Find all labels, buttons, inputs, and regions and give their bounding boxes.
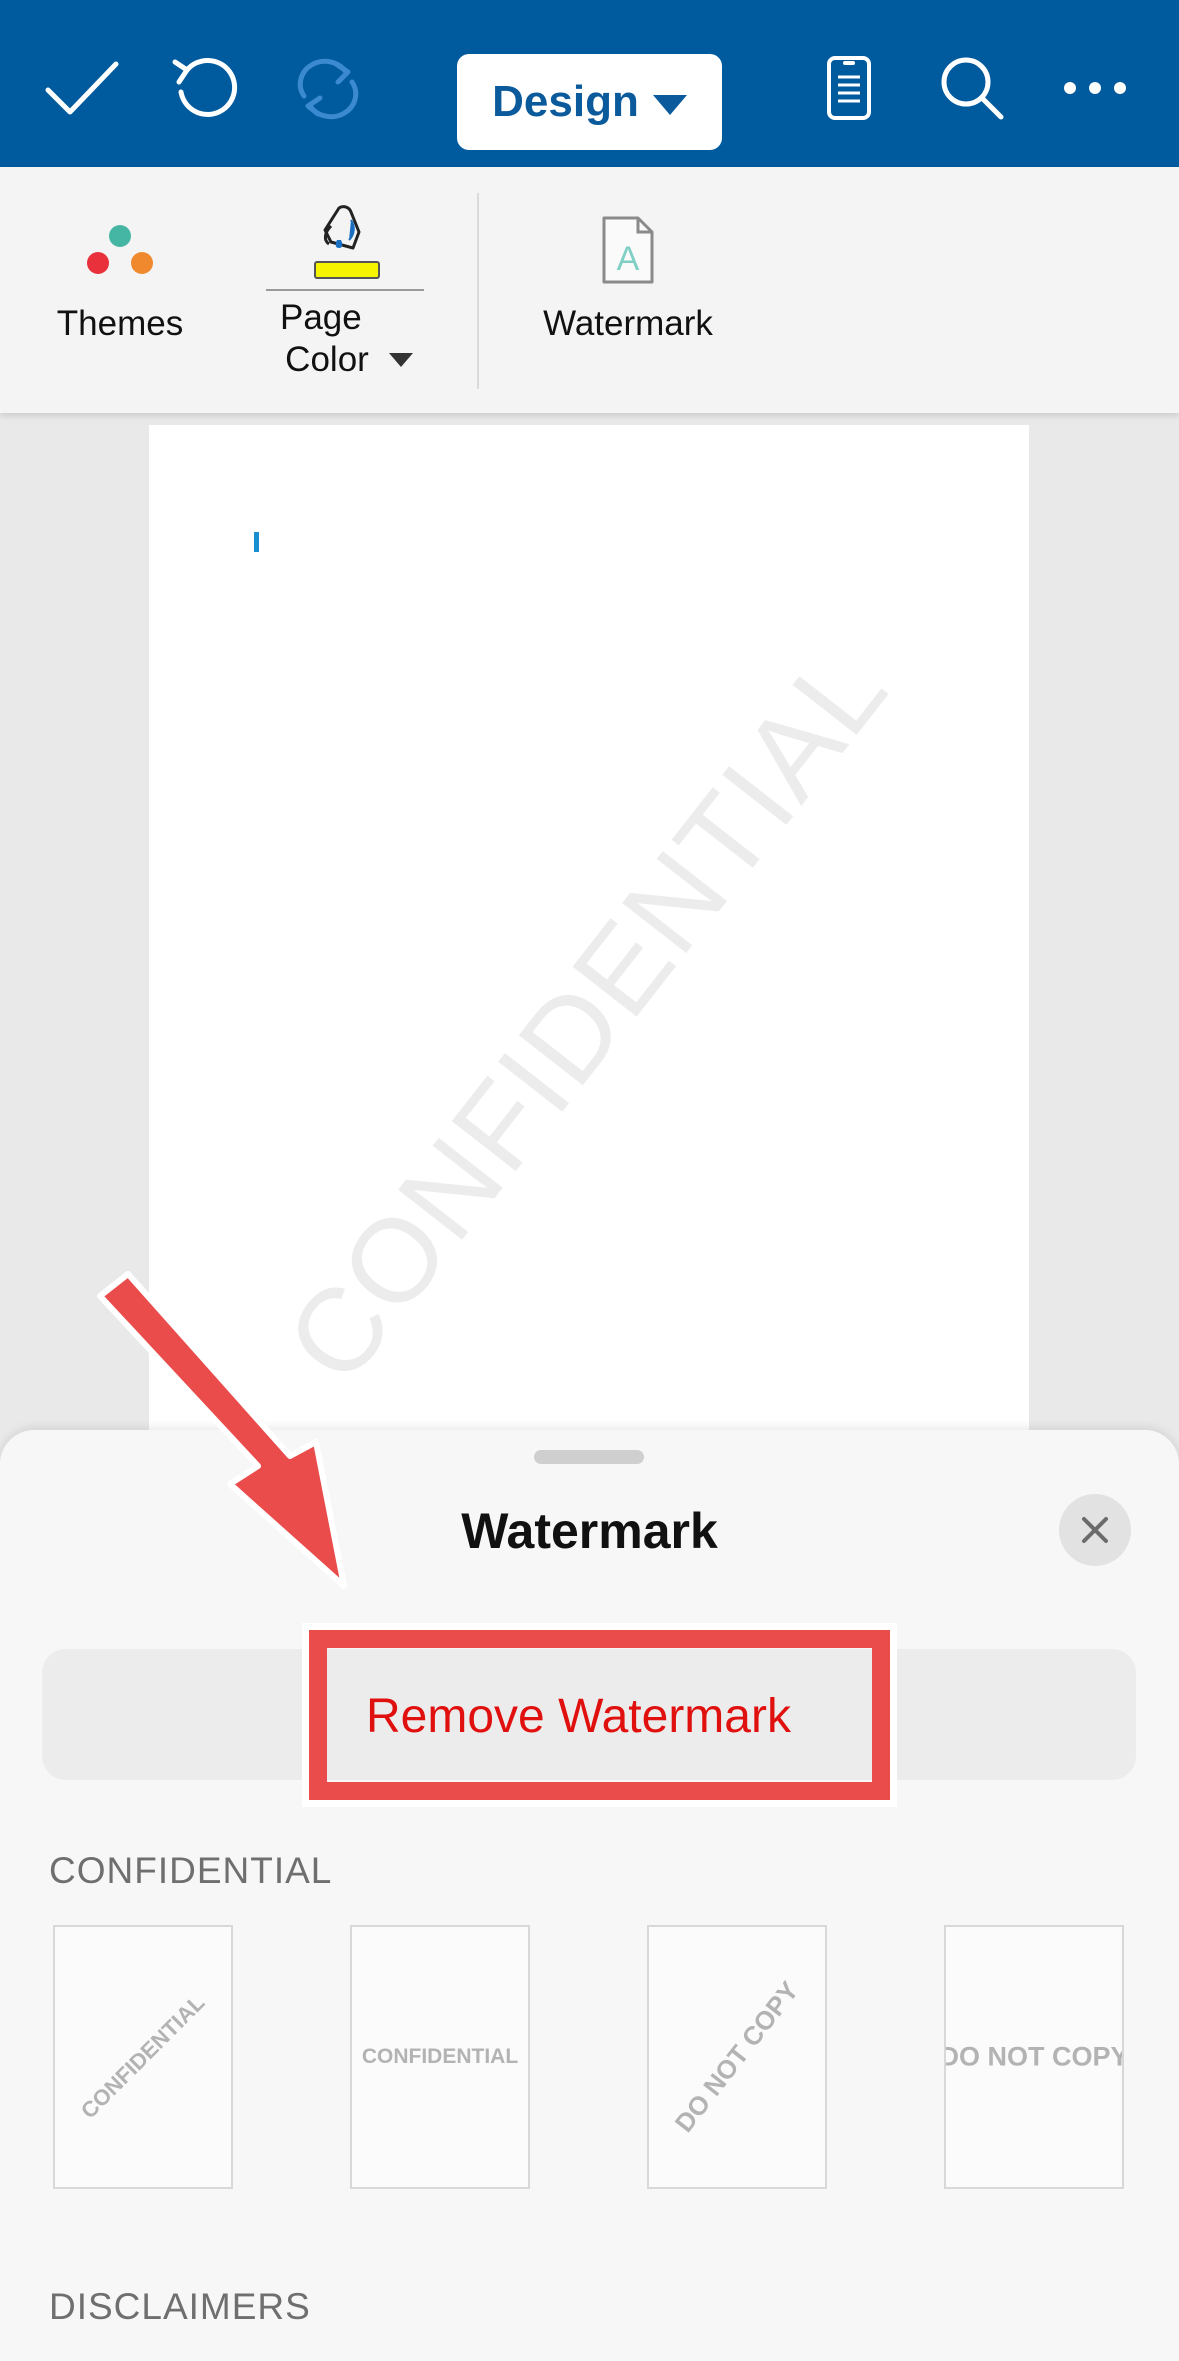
close-button[interactable] — [1059, 1494, 1131, 1566]
checkmark-icon[interactable] — [42, 48, 122, 128]
undo-icon[interactable] — [165, 48, 245, 128]
annotation-highlight-box — [302, 1623, 897, 1807]
top-toolbar: Design — [0, 0, 1179, 167]
watermark-thumbnail-confidential-diagonal[interactable]: CONFIDENTIAL — [53, 1925, 233, 2189]
close-icon — [1082, 1517, 1108, 1543]
paint-bucket-icon — [266, 197, 424, 289]
section-label-disclaimers: DISCLAIMERS — [49, 2286, 311, 2327]
chevron-down-icon — [388, 353, 413, 367]
watermark-label: Watermark — [543, 304, 713, 343]
thumbnail-text: CONFIDENTIAL — [361, 2045, 519, 2068]
watermark-icon: A — [530, 197, 726, 303]
page-color-label-1: Page — [280, 298, 362, 337]
watermark-thumbnail-do-not-copy-diagonal[interactable]: DO NOT COPY — [647, 1925, 827, 2189]
themes-icon — [40, 197, 200, 303]
redo-icon[interactable] — [288, 48, 368, 128]
themes-label: Themes — [56, 304, 184, 343]
svg-text:A: A — [617, 240, 640, 278]
watermark-button[interactable]: A Watermark — [530, 197, 726, 345]
thumbnail-text: DO NOT COPY — [668, 1975, 805, 2138]
thumbnail-text: CONFIDENTIAL — [75, 1989, 210, 2124]
ribbon-divider — [477, 193, 479, 389]
watermark-thumbnail-do-not-copy-horizontal[interactable]: DO NOT COPY — [944, 1925, 1124, 2189]
page-color-label-2: Color — [285, 340, 369, 379]
text-cursor — [254, 532, 259, 552]
design-ribbon: Themes Page Color A Watermark — [0, 167, 1179, 413]
design-label: Design — [492, 77, 639, 126]
more-icon[interactable] — [1055, 48, 1135, 128]
sheet-grabber[interactable] — [534, 1450, 644, 1464]
page-color-button[interactable]: Page Color — [266, 197, 424, 381]
thumbnail-text: DO NOT COPY — [944, 2041, 1124, 2072]
page-color-underline — [266, 289, 424, 291]
chevron-down-icon — [652, 95, 687, 115]
watermark-thumbnail-confidential-horizontal[interactable]: CONFIDENTIAL — [350, 1925, 530, 2189]
search-icon[interactable] — [932, 48, 1012, 128]
design-tab-dropdown[interactable]: Design — [457, 54, 722, 150]
themes-button[interactable]: Themes — [40, 197, 200, 345]
section-label-confidential: CONFIDENTIAL — [49, 1850, 333, 1891]
mobile-view-icon[interactable] — [809, 48, 889, 128]
annotation-arrow-icon — [97, 1271, 347, 1589]
